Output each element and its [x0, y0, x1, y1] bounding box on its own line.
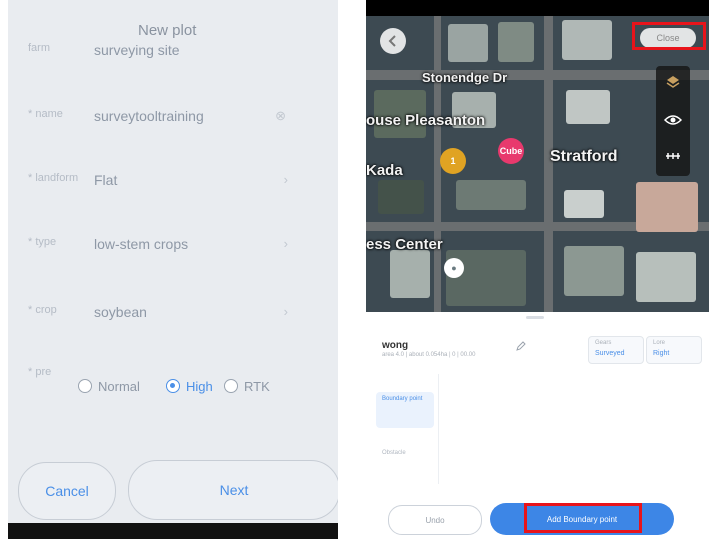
tab-obstacle[interactable]: Obstacle — [376, 446, 434, 466]
highlight-box-close — [632, 22, 706, 50]
tag-value: Surveyed — [595, 350, 625, 357]
measure-icon[interactable] — [663, 146, 683, 166]
crop-row[interactable]: * crop soybean › — [8, 304, 338, 324]
map-label: Stonendge Dr — [422, 70, 508, 85]
sheet-handle[interactable] — [526, 316, 544, 319]
landform-select[interactable]: Flat — [94, 172, 117, 188]
landform-row[interactable]: * landform Flat › — [8, 172, 338, 192]
tag-label: Gears — [595, 340, 612, 346]
radio-label: High — [186, 378, 213, 394]
clear-icon[interactable]: ⊗ — [275, 108, 286, 124]
field-label: farm — [28, 42, 50, 54]
field-label: * name — [28, 108, 63, 120]
chevron-right-icon: › — [283, 172, 288, 187]
location-pin-icon[interactable]: ● — [444, 258, 464, 278]
building — [448, 24, 488, 62]
crop-select[interactable]: soybean — [94, 304, 147, 320]
building — [564, 190, 604, 218]
building — [636, 182, 698, 232]
plot-name: wong — [382, 340, 409, 351]
new-plot-screen: New plot farm surveying site * name surv… — [8, 0, 338, 539]
radio-label: RTK — [244, 378, 270, 394]
map-pin-icon[interactable]: Cube — [498, 138, 524, 164]
building — [378, 180, 424, 214]
radio-icon — [78, 379, 92, 393]
map-tool-stack — [656, 66, 690, 176]
building — [390, 250, 430, 298]
tab-boundary-point[interactable]: Boundary point — [376, 392, 434, 428]
type-row[interactable]: * type low-stem crops › — [8, 236, 338, 256]
edit-icon[interactable] — [516, 338, 526, 356]
building — [456, 180, 526, 210]
name-field[interactable]: surveytooltraining — [94, 108, 204, 124]
radio-label: Normal — [98, 378, 140, 394]
radio-rtk[interactable]: RTK — [224, 375, 270, 397]
page-title: New plot — [138, 22, 197, 39]
building — [562, 20, 612, 60]
undo-button[interactable]: Undo — [388, 505, 482, 535]
farm-field[interactable]: surveying site — [94, 42, 180, 58]
radio-high[interactable]: High — [166, 375, 213, 397]
tag-label: Lore — [653, 340, 666, 346]
field-label: * crop — [28, 304, 57, 316]
type-select[interactable]: low-stem crops — [94, 236, 188, 252]
map-label: ouse Pleasanton — [366, 112, 486, 129]
map-label: Stratford — [550, 148, 618, 165]
field-label: * pre — [28, 366, 52, 378]
map-label: Kada — [366, 162, 403, 179]
device-bezel — [8, 523, 338, 539]
building — [564, 246, 624, 296]
status-tag: Lore Right — [646, 336, 702, 364]
map-screen: Stonendge Dr ouse Pleasanton Stratford K… — [366, 0, 709, 539]
layers-icon[interactable] — [663, 72, 683, 92]
farm-row[interactable]: farm surveying site — [8, 42, 338, 62]
next-button[interactable]: Next — [128, 460, 338, 520]
field-label: * type — [28, 236, 57, 248]
map-label: ess Center — [366, 236, 443, 253]
name-row[interactable]: * name surveytooltraining ⊗ — [8, 108, 338, 128]
field-label: * landform — [28, 172, 79, 184]
chevron-left-icon — [388, 35, 396, 47]
radio-icon — [224, 379, 238, 393]
radio-normal[interactable]: Normal — [78, 375, 140, 397]
divider — [438, 374, 439, 484]
tag-value: Right — [653, 350, 670, 357]
cancel-button[interactable]: Cancel — [18, 462, 116, 520]
map-pin-icon[interactable]: 1 — [440, 148, 466, 174]
eye-icon[interactable] — [663, 110, 683, 130]
status-tag: Gears Surveyed — [588, 336, 644, 364]
highlight-box-finish — [524, 503, 642, 533]
building — [566, 90, 610, 124]
status-bar — [366, 0, 709, 16]
building — [636, 252, 696, 302]
chevron-right-icon: › — [283, 236, 288, 251]
building — [498, 22, 534, 62]
radio-selected-icon — [166, 379, 180, 393]
back-button[interactable] — [380, 28, 406, 54]
chevron-right-icon: › — [283, 304, 288, 319]
